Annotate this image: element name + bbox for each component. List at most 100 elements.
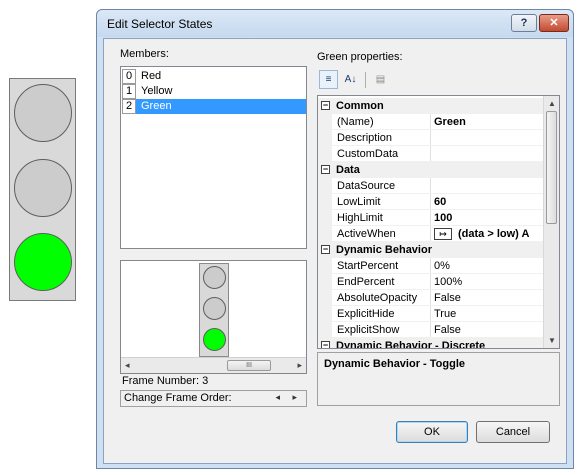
cancel-button[interactable]: Cancel	[476, 421, 550, 443]
yellow-lamp	[14, 159, 72, 217]
column-divider[interactable]	[430, 130, 431, 146]
category-label: Dynamic Behavior	[336, 244, 432, 256]
property-name: LowLimit	[337, 196, 381, 208]
category-label: Data	[336, 164, 360, 176]
list-item-selected[interactable]: 2 Green	[122, 99, 306, 114]
property-row[interactable]: CustomData	[318, 146, 544, 162]
property-name: AbsoluteOpacity	[337, 292, 418, 304]
property-value[interactable]: 100%	[434, 274, 462, 290]
scroll-thumb[interactable]	[546, 111, 557, 224]
column-divider[interactable]	[430, 210, 431, 226]
property-value[interactable]: False	[434, 322, 461, 338]
property-pages-icon[interactable]: ▤	[371, 70, 390, 89]
member-name: Red	[141, 70, 162, 82]
column-divider[interactable]	[430, 274, 431, 290]
change-frame-order-label: Change Frame Order:	[124, 392, 232, 404]
list-item[interactable]: 1 Yellow	[122, 84, 306, 99]
categorized-icon[interactable]: ≡	[319, 70, 338, 89]
members-label: Members:	[120, 48, 169, 60]
row-gutter	[318, 114, 332, 130]
frame-order-arrows-icon[interactable]: ◂ ▸	[275, 392, 302, 403]
member-index: 0	[122, 69, 136, 84]
help-button[interactable]: ?	[511, 14, 537, 32]
property-category[interactable]: − Data	[318, 162, 544, 178]
title-bar: Edit Selector States ? ✕	[97, 10, 573, 37]
property-row[interactable]: Description	[318, 130, 544, 146]
scroll-right-icon[interactable]: ▸	[297, 360, 302, 371]
property-value[interactable]: Green	[434, 114, 466, 130]
property-name: ExplicitShow	[337, 324, 400, 336]
column-divider[interactable]	[430, 114, 431, 130]
toolbar-separator	[365, 72, 366, 88]
property-row[interactable]: AbsoluteOpacity False	[318, 290, 544, 306]
scroll-left-icon[interactable]: ◂	[125, 360, 130, 371]
close-button[interactable]: ✕	[539, 14, 569, 32]
property-name: DataSource	[337, 180, 396, 192]
dialog-client-area: Members: 0 Red 1 Yellow 2 Green ◂ III ▸ …	[103, 38, 567, 464]
preview-horizontal-scrollbar[interactable]: ◂ III ▸	[121, 357, 306, 373]
property-value[interactable]: 100	[434, 210, 452, 226]
property-category[interactable]: − Common	[318, 98, 544, 114]
property-name: Description	[337, 132, 393, 144]
expression-editor-icon[interactable]: ↦	[434, 228, 452, 240]
members-list[interactable]: 0 Red 1 Yellow 2 Green	[120, 66, 307, 249]
property-row[interactable]: ActiveWhen ↦ (data > low) A	[318, 226, 544, 242]
property-grid[interactable]: − Common (Name) Green Description CustomData −…	[317, 95, 560, 349]
column-divider[interactable]	[430, 178, 431, 194]
property-name: CustomData	[337, 148, 399, 160]
property-row[interactable]: DataSource	[318, 178, 544, 194]
member-index: 1	[122, 84, 136, 99]
scroll-up-icon[interactable]: ▲	[548, 99, 556, 108]
green-lamp	[14, 233, 72, 291]
property-grid-scrollbar[interactable]: ▲ ▼	[543, 96, 559, 348]
property-name: ActiveWhen	[337, 228, 396, 240]
description-panel: Dynamic Behavior - Toggle	[317, 352, 560, 406]
column-divider[interactable]	[430, 322, 431, 338]
property-category[interactable]: − Dynamic Behavior - Discrete	[318, 338, 544, 348]
row-gutter	[318, 226, 332, 242]
preview-green-lamp	[203, 328, 226, 351]
column-divider[interactable]	[430, 258, 431, 274]
property-value[interactable]: False	[434, 290, 461, 306]
property-row[interactable]: ExplicitHide True	[318, 306, 544, 322]
alphabetical-icon[interactable]: A↓	[341, 70, 360, 89]
property-toolbar: ≡ A↓ ▤	[317, 69, 560, 91]
red-lamp	[14, 84, 72, 142]
preview-red-lamp	[203, 266, 226, 289]
column-divider[interactable]	[430, 290, 431, 306]
column-divider[interactable]	[430, 194, 431, 210]
property-row[interactable]: HighLimit 100	[318, 210, 544, 226]
collapse-icon[interactable]: −	[321, 165, 330, 174]
ok-button[interactable]: OK	[396, 421, 468, 443]
row-gutter	[318, 130, 332, 146]
column-divider[interactable]	[430, 306, 431, 322]
row-gutter	[318, 210, 332, 226]
scroll-thumb[interactable]: III	[227, 360, 271, 371]
property-category[interactable]: − Dynamic Behavior	[318, 242, 544, 258]
property-row[interactable]: (Name) Green	[318, 114, 544, 130]
scroll-down-icon[interactable]: ▼	[548, 336, 556, 345]
property-value[interactable]: 60	[434, 194, 446, 210]
collapse-icon[interactable]: −	[321, 245, 330, 254]
column-divider[interactable]	[430, 226, 431, 242]
property-row[interactable]: EndPercent 100%	[318, 274, 544, 290]
edit-selector-states-dialog: Edit Selector States ? ✕ Members: 0 Red …	[96, 9, 574, 469]
frame-number-label: Frame Number: 3	[122, 375, 209, 387]
list-item[interactable]: 0 Red	[122, 69, 306, 84]
property-value[interactable]: 0%	[434, 258, 450, 274]
description-title: Dynamic Behavior - Toggle	[324, 358, 465, 370]
property-name: StartPercent	[337, 260, 399, 272]
property-value[interactable]: True	[434, 306, 456, 322]
property-row[interactable]: LowLimit 60	[318, 194, 544, 210]
member-name: Yellow	[141, 85, 173, 97]
property-row[interactable]: StartPercent 0%	[318, 258, 544, 274]
preview-traffic-light	[199, 263, 229, 357]
property-name: HighLimit	[337, 212, 383, 224]
collapse-icon[interactable]: −	[321, 101, 330, 110]
column-divider[interactable]	[430, 146, 431, 162]
property-row[interactable]: ExplicitShow False	[318, 322, 544, 338]
property-value[interactable]: (data > low) A	[458, 226, 529, 242]
collapse-icon[interactable]: −	[321, 341, 330, 348]
row-gutter	[318, 194, 332, 210]
traffic-light	[9, 78, 76, 301]
